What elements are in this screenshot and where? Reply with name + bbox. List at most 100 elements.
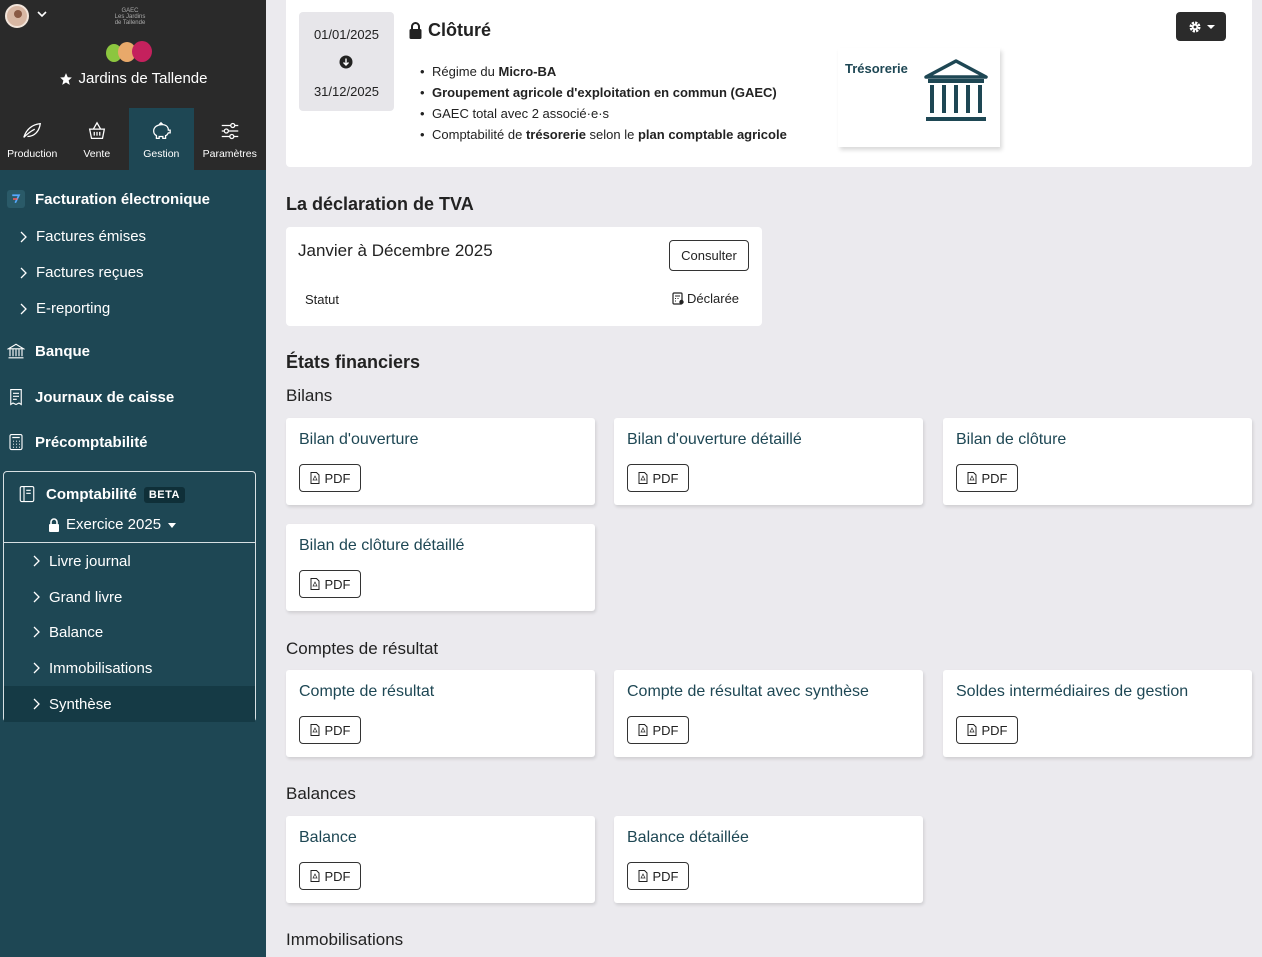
avatar[interactable] bbox=[5, 4, 29, 28]
sidebar-item-banque[interactable]: Banque bbox=[0, 340, 266, 362]
arrow-down-circle-icon bbox=[339, 55, 353, 69]
sidebar-item-grand-livre[interactable]: Grand livre bbox=[4, 579, 255, 615]
pdf-label: PDF bbox=[981, 722, 1008, 738]
star-icon bbox=[59, 72, 72, 85]
tresorerie-label: Trésorerie bbox=[845, 61, 908, 76]
tab-parametres[interactable]: Paramètres bbox=[194, 108, 266, 170]
sidebar-item-facturation[interactable]: Facturation électronique bbox=[0, 187, 266, 211]
pdf-download-button[interactable]: PDF bbox=[627, 716, 689, 744]
exercice-status: Clôturé bbox=[409, 20, 491, 41]
doc-title: Balance bbox=[299, 829, 357, 846]
doc-card: Balance PDF bbox=[286, 816, 595, 903]
file-pdf-icon bbox=[310, 870, 319, 882]
tva-card: Janvier à Décembre 2025 Consulter Statut… bbox=[286, 227, 762, 326]
sidebar-item-livre-journal[interactable]: Livre journal bbox=[4, 543, 255, 579]
pdf-label: PDF bbox=[652, 722, 679, 738]
bank-icon bbox=[924, 59, 988, 121]
chevron-right-icon bbox=[33, 662, 40, 674]
caret-down-icon bbox=[1206, 24, 1215, 29]
file-pdf-icon bbox=[967, 472, 976, 484]
e-invoice-icon bbox=[7, 190, 25, 208]
chevron-right-icon bbox=[20, 303, 27, 314]
period-dates: 01/01/2025 31/12/2025 bbox=[299, 12, 394, 111]
pdf-download-button[interactable]: PDF bbox=[956, 464, 1018, 492]
doc-card: Bilan d'ouverture PDF bbox=[286, 418, 595, 505]
file-pdf-icon bbox=[967, 724, 976, 736]
logo-text-line: de Tallende bbox=[114, 20, 146, 26]
lock-icon bbox=[409, 22, 422, 39]
sidebar-item-label: Facturation électronique bbox=[35, 190, 211, 208]
consult-button[interactable]: Consulter bbox=[669, 240, 749, 271]
sidebar-item-label: Précomptabilité bbox=[35, 433, 148, 451]
feature-comptabilite: Comptabilité de trésorerie selon le plan… bbox=[420, 124, 787, 145]
bank-icon bbox=[7, 343, 25, 359]
feature-regime: Régime du Micro-BA bbox=[420, 61, 787, 82]
sidebar-item-label: E-reporting bbox=[36, 300, 111, 317]
comptabilite-panel: Comptabilité BETA Exercice 2025 Livre jo… bbox=[3, 471, 256, 722]
sidebar-item-e-reporting[interactable]: E-reporting bbox=[18, 300, 110, 317]
bilans-heading: Bilans bbox=[286, 386, 333, 405]
status-label: Clôturé bbox=[428, 20, 491, 40]
tva-heading: La déclaration de TVA bbox=[286, 194, 474, 214]
file-pdf-icon bbox=[310, 724, 319, 736]
file-pdf-icon bbox=[310, 472, 319, 484]
file-pdf-icon bbox=[638, 870, 647, 882]
sliders-icon bbox=[221, 122, 239, 140]
sidebar-item-immobilisations[interactable]: Immobilisations bbox=[4, 650, 255, 686]
pdf-label: PDF bbox=[652, 868, 679, 884]
sidebar-item-label: Balance bbox=[49, 623, 104, 641]
feature-associes: GAEC total avec 2 associé·e·s bbox=[420, 103, 787, 124]
doc-card: Compte de résultat PDF bbox=[286, 670, 595, 757]
ledger-icon bbox=[19, 485, 35, 503]
comptabilite-label: Comptabilité bbox=[46, 486, 137, 503]
exercice-label: Exercice 2025 bbox=[66, 516, 162, 533]
pdf-download-button[interactable]: PDF bbox=[627, 862, 689, 890]
sidebar-item-factures-recues[interactable]: Factures reçues bbox=[18, 264, 144, 281]
tab-production[interactable]: Production bbox=[0, 108, 65, 170]
tab-vente[interactable]: Vente bbox=[65, 108, 130, 170]
pdf-download-button[interactable]: PDF bbox=[299, 862, 361, 890]
tab-label: Vente bbox=[83, 148, 111, 160]
pdf-download-button[interactable]: PDF bbox=[299, 570, 361, 598]
chevron-down-icon[interactable] bbox=[36, 8, 48, 20]
doc-title: Bilan d'ouverture détaillé bbox=[627, 431, 802, 448]
pdf-download-button[interactable]: PDF bbox=[627, 464, 689, 492]
sidebar-item-label: Journaux de caisse bbox=[35, 388, 175, 406]
exercice-summary-card: 01/01/2025 31/12/2025 Clôturé Régime du … bbox=[286, 0, 1252, 167]
doc-title: Bilan de clôture détaillé bbox=[299, 537, 465, 554]
tva-status: Déclarée bbox=[672, 291, 739, 306]
doc-title: Bilan de clôture bbox=[956, 431, 1067, 448]
tab-gestion[interactable]: Gestion bbox=[129, 108, 194, 170]
chevron-right-icon bbox=[20, 231, 27, 242]
sidebar-item-label: Factures reçues bbox=[36, 264, 144, 281]
doc-title: Compte de résultat avec synthèse bbox=[627, 683, 869, 700]
doc-title: Bilan d'ouverture bbox=[299, 431, 419, 448]
sidebar-item-balance[interactable]: Balance bbox=[4, 614, 255, 650]
sidebar-item-label: Banque bbox=[35, 342, 91, 360]
sidebar-item-synthese[interactable]: Synthèse bbox=[4, 686, 255, 722]
pdf-download-button[interactable]: PDF bbox=[299, 716, 361, 744]
etats-financiers-heading: États financiers bbox=[286, 352, 421, 372]
doc-title: Balance détaillée bbox=[627, 829, 749, 846]
comptabilite-title[interactable]: Comptabilité BETA bbox=[46, 486, 185, 503]
settings-dropdown-button[interactable] bbox=[1176, 12, 1226, 41]
tresorerie-card: Trésorerie bbox=[838, 48, 1000, 147]
exercice-features-list: Régime du Micro-BA Groupement agricole d… bbox=[420, 61, 787, 145]
doc-card: Compte de résultat avec synthèse PDF bbox=[614, 670, 923, 757]
doc-card: Bilan de clôture détaillé PDF bbox=[286, 524, 595, 611]
sidebar-item-factures-emises[interactable]: Factures émises bbox=[18, 228, 146, 245]
sidebar-item-precompta[interactable]: Précomptabilité bbox=[0, 431, 266, 453]
farm-name[interactable]: Jardins de Tallende bbox=[0, 70, 266, 87]
doc-title: Compte de résultat bbox=[299, 683, 435, 700]
tab-label: Gestion bbox=[143, 148, 180, 160]
chevron-right-icon bbox=[33, 698, 40, 710]
comptes-resultat-heading: Comptes de résultat bbox=[286, 639, 439, 658]
sidebar-item-label: Livre journal bbox=[49, 552, 131, 570]
sidebar-item-journaux[interactable]: Journaux de caisse bbox=[0, 386, 266, 408]
chevron-right-icon bbox=[33, 626, 40, 638]
tva-status-label: Statut bbox=[305, 292, 339, 307]
pdf-download-button[interactable]: PDF bbox=[299, 464, 361, 492]
sidebar-item-label: Grand livre bbox=[49, 588, 123, 606]
exercice-selector[interactable]: Exercice 2025 bbox=[48, 516, 177, 533]
pdf-download-button[interactable]: PDF bbox=[956, 716, 1018, 744]
